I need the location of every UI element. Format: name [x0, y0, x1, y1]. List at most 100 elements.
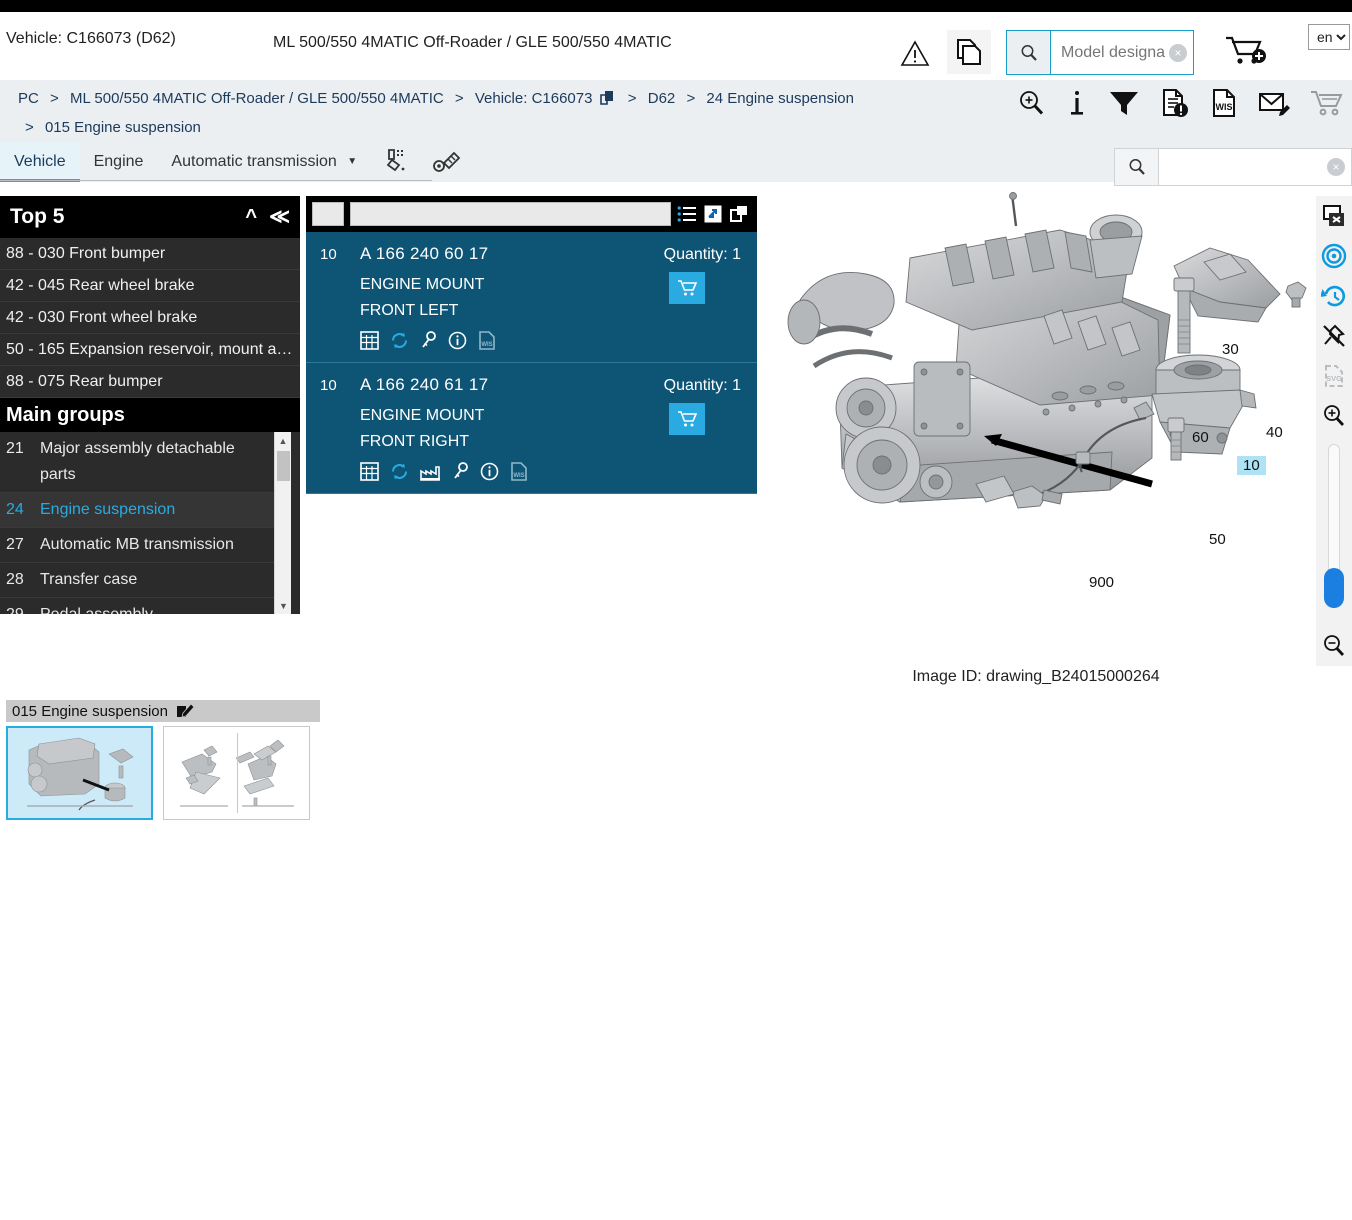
- callout-40[interactable]: 40: [1266, 424, 1283, 441]
- breadcrumb-item-group[interactable]: 24 Engine suspension: [706, 90, 854, 107]
- parts-diagram[interactable]: [760, 190, 1312, 660]
- filter-icon[interactable]: [1108, 88, 1140, 118]
- scroll-up-arrow-icon[interactable]: ▲: [275, 432, 291, 449]
- parts-panel: 10 A 166 240 60 17 ENGINE MOUNT FRONT LE…: [306, 196, 757, 494]
- wis-document-icon[interactable]: WIS: [478, 331, 495, 350]
- scrollbar-thumb[interactable]: [277, 451, 290, 481]
- top5-item-3[interactable]: 50 - 165 Expansion reservoir, mount a…: [0, 334, 300, 366]
- parts-panel-header: [306, 196, 757, 232]
- parts-filter-pos-input[interactable]: [312, 202, 344, 226]
- main-group-num: 21: [6, 440, 24, 457]
- breadcrumb-item-vehicle[interactable]: Vehicle: C166073: [475, 90, 593, 107]
- double-chevron-left-icon[interactable]: ≪: [269, 207, 290, 227]
- info-icon[interactable]: [1066, 88, 1088, 118]
- callout-900[interactable]: 900: [1089, 574, 1114, 591]
- factory-icon[interactable]: [420, 462, 441, 481]
- callout-30[interactable]: 30: [1222, 341, 1239, 358]
- table-row[interactable]: 10 A 166 240 60 17 ENGINE MOUNT FRONT LE…: [306, 232, 757, 363]
- tab-automatic-transmission-label: Automatic transmission: [171, 153, 337, 170]
- zoom-search-icon[interactable]: [1016, 88, 1046, 118]
- parts-search-box[interactable]: ×: [1114, 148, 1352, 186]
- key-icon[interactable]: [420, 331, 437, 350]
- history-undo-icon[interactable]: [1316, 276, 1352, 316]
- table-grid-icon[interactable]: [360, 331, 379, 350]
- refresh-icon[interactable]: [390, 331, 409, 350]
- tab-engine-label: Engine: [93, 153, 144, 170]
- main-group-item-28[interactable]: 28 Transfer case: [0, 563, 280, 598]
- scroll-down-arrow-icon[interactable]: ▼: [275, 597, 292, 614]
- document-alert-icon[interactable]: [1160, 88, 1190, 118]
- wis-document-icon[interactable]: WIS: [510, 462, 527, 481]
- top5-item-0[interactable]: 88 - 030 Front bumper: [0, 238, 300, 270]
- viewer-toolbar: SVG: [1316, 196, 1352, 666]
- thumbnail-engine-suspension-details[interactable]: [163, 726, 310, 820]
- key-icon[interactable]: [452, 462, 469, 481]
- zoom-slider-handle[interactable]: [1324, 568, 1344, 608]
- target-locate-icon[interactable]: [1316, 236, 1352, 276]
- table-grid-icon[interactable]: [360, 462, 379, 481]
- close-window-icon[interactable]: [1316, 196, 1352, 236]
- tab-engine[interactable]: Engine: [80, 142, 158, 182]
- clear-search-icon[interactable]: ×: [1169, 43, 1187, 62]
- search-input-wrap[interactable]: ×: [1051, 31, 1193, 74]
- language-select[interactable]: en: [1308, 24, 1350, 50]
- top-black-bar: [0, 0, 1352, 12]
- quantity-label: Quantity: 1: [663, 246, 741, 263]
- thumbnail-engine-suspension-overview[interactable]: [6, 726, 153, 820]
- info-circle-icon[interactable]: [448, 331, 467, 350]
- main-group-item-27[interactable]: 27 Automatic MB transmission: [0, 528, 280, 563]
- top5-item-4[interactable]: 88 - 075 Rear bumper: [0, 366, 300, 398]
- equipment-codes-icon[interactable]: [421, 140, 473, 182]
- search-icon[interactable]: [1007, 31, 1051, 74]
- expand-icon[interactable]: [704, 205, 722, 223]
- parts-search-input[interactable]: [1159, 149, 1351, 185]
- svg-export-icon[interactable]: SVG: [1316, 356, 1352, 396]
- model-search-box[interactable]: ×: [1006, 30, 1194, 75]
- main-group-item-29[interactable]: 29 Pedal assembly: [0, 598, 280, 614]
- top5-title: Top 5: [10, 205, 65, 228]
- breadcrumb-item-subgroup[interactable]: 015 Engine suspension: [45, 119, 201, 136]
- refresh-icon[interactable]: [390, 462, 409, 481]
- paint-code-icon[interactable]: [371, 140, 421, 182]
- breadcrumb-item-d62[interactable]: D62: [648, 90, 676, 107]
- main-groups-list: 21 Major assembly detachable parts 24 En…: [0, 432, 280, 614]
- callout-50[interactable]: 50: [1209, 531, 1226, 548]
- add-to-cart-icon[interactable]: [669, 272, 705, 304]
- cart-icon[interactable]: [1310, 88, 1344, 118]
- top5-item-1[interactable]: 42 - 045 Rear wheel brake: [0, 270, 300, 302]
- duplicate-icon[interactable]: [729, 205, 749, 223]
- unpin-icon[interactable]: [1316, 316, 1352, 356]
- search-icon[interactable]: [1115, 149, 1159, 185]
- part-position: 10: [320, 246, 337, 263]
- breadcrumb-item-model[interactable]: ML 500/550 4MATIC Off-Roader / GLE 500/5…: [70, 90, 444, 107]
- info-circle-icon[interactable]: [480, 462, 499, 481]
- cart-add-icon[interactable]: [1224, 34, 1270, 73]
- add-to-cart-icon[interactable]: [669, 403, 705, 435]
- wis-document-icon[interactable]: WIS: [1210, 88, 1238, 118]
- main-groups-scrollbar[interactable]: ▲ ▼: [274, 432, 291, 614]
- mail-edit-icon[interactable]: [1258, 88, 1290, 118]
- tab-vehicle[interactable]: Vehicle: [0, 142, 80, 182]
- main-groups-header: Main groups: [0, 398, 300, 432]
- parts-search-field[interactable]: ×: [1159, 149, 1351, 185]
- main-group-item-21[interactable]: 21 Major assembly detachable parts: [0, 432, 280, 493]
- warning-triangle-icon[interactable]: [900, 40, 930, 68]
- table-row[interactable]: 10 A 166 240 61 17 ENGINE MOUNT FRONT RI…: [306, 363, 757, 494]
- tab-automatic-transmission[interactable]: Automatic transmission ▼: [157, 142, 371, 182]
- main-group-num: 24: [6, 501, 24, 518]
- chevron-up-icon[interactable]: ^: [245, 207, 257, 227]
- top5-list: 88 - 030 Front bumper 42 - 045 Rear whee…: [0, 238, 300, 398]
- zoom-in-icon[interactable]: [1316, 396, 1352, 436]
- parts-filter-text-input[interactable]: [350, 202, 671, 226]
- top5-item-2[interactable]: 42 - 030 Front wheel brake: [0, 302, 300, 334]
- main-group-item-24[interactable]: 24 Engine suspension: [0, 493, 280, 528]
- edit-pencil-icon[interactable]: [176, 703, 194, 719]
- copy-documents-icon[interactable]: [947, 30, 991, 74]
- zoom-out-icon[interactable]: [1316, 626, 1352, 666]
- callout-10[interactable]: 10: [1237, 456, 1266, 475]
- copy-vehicle-icon[interactable]: [599, 89, 615, 115]
- breadcrumb-item-pc[interactable]: PC: [18, 90, 39, 107]
- clear-search-icon[interactable]: ×: [1327, 158, 1345, 176]
- callout-60[interactable]: 60: [1192, 429, 1209, 446]
- list-view-icon[interactable]: [677, 205, 697, 223]
